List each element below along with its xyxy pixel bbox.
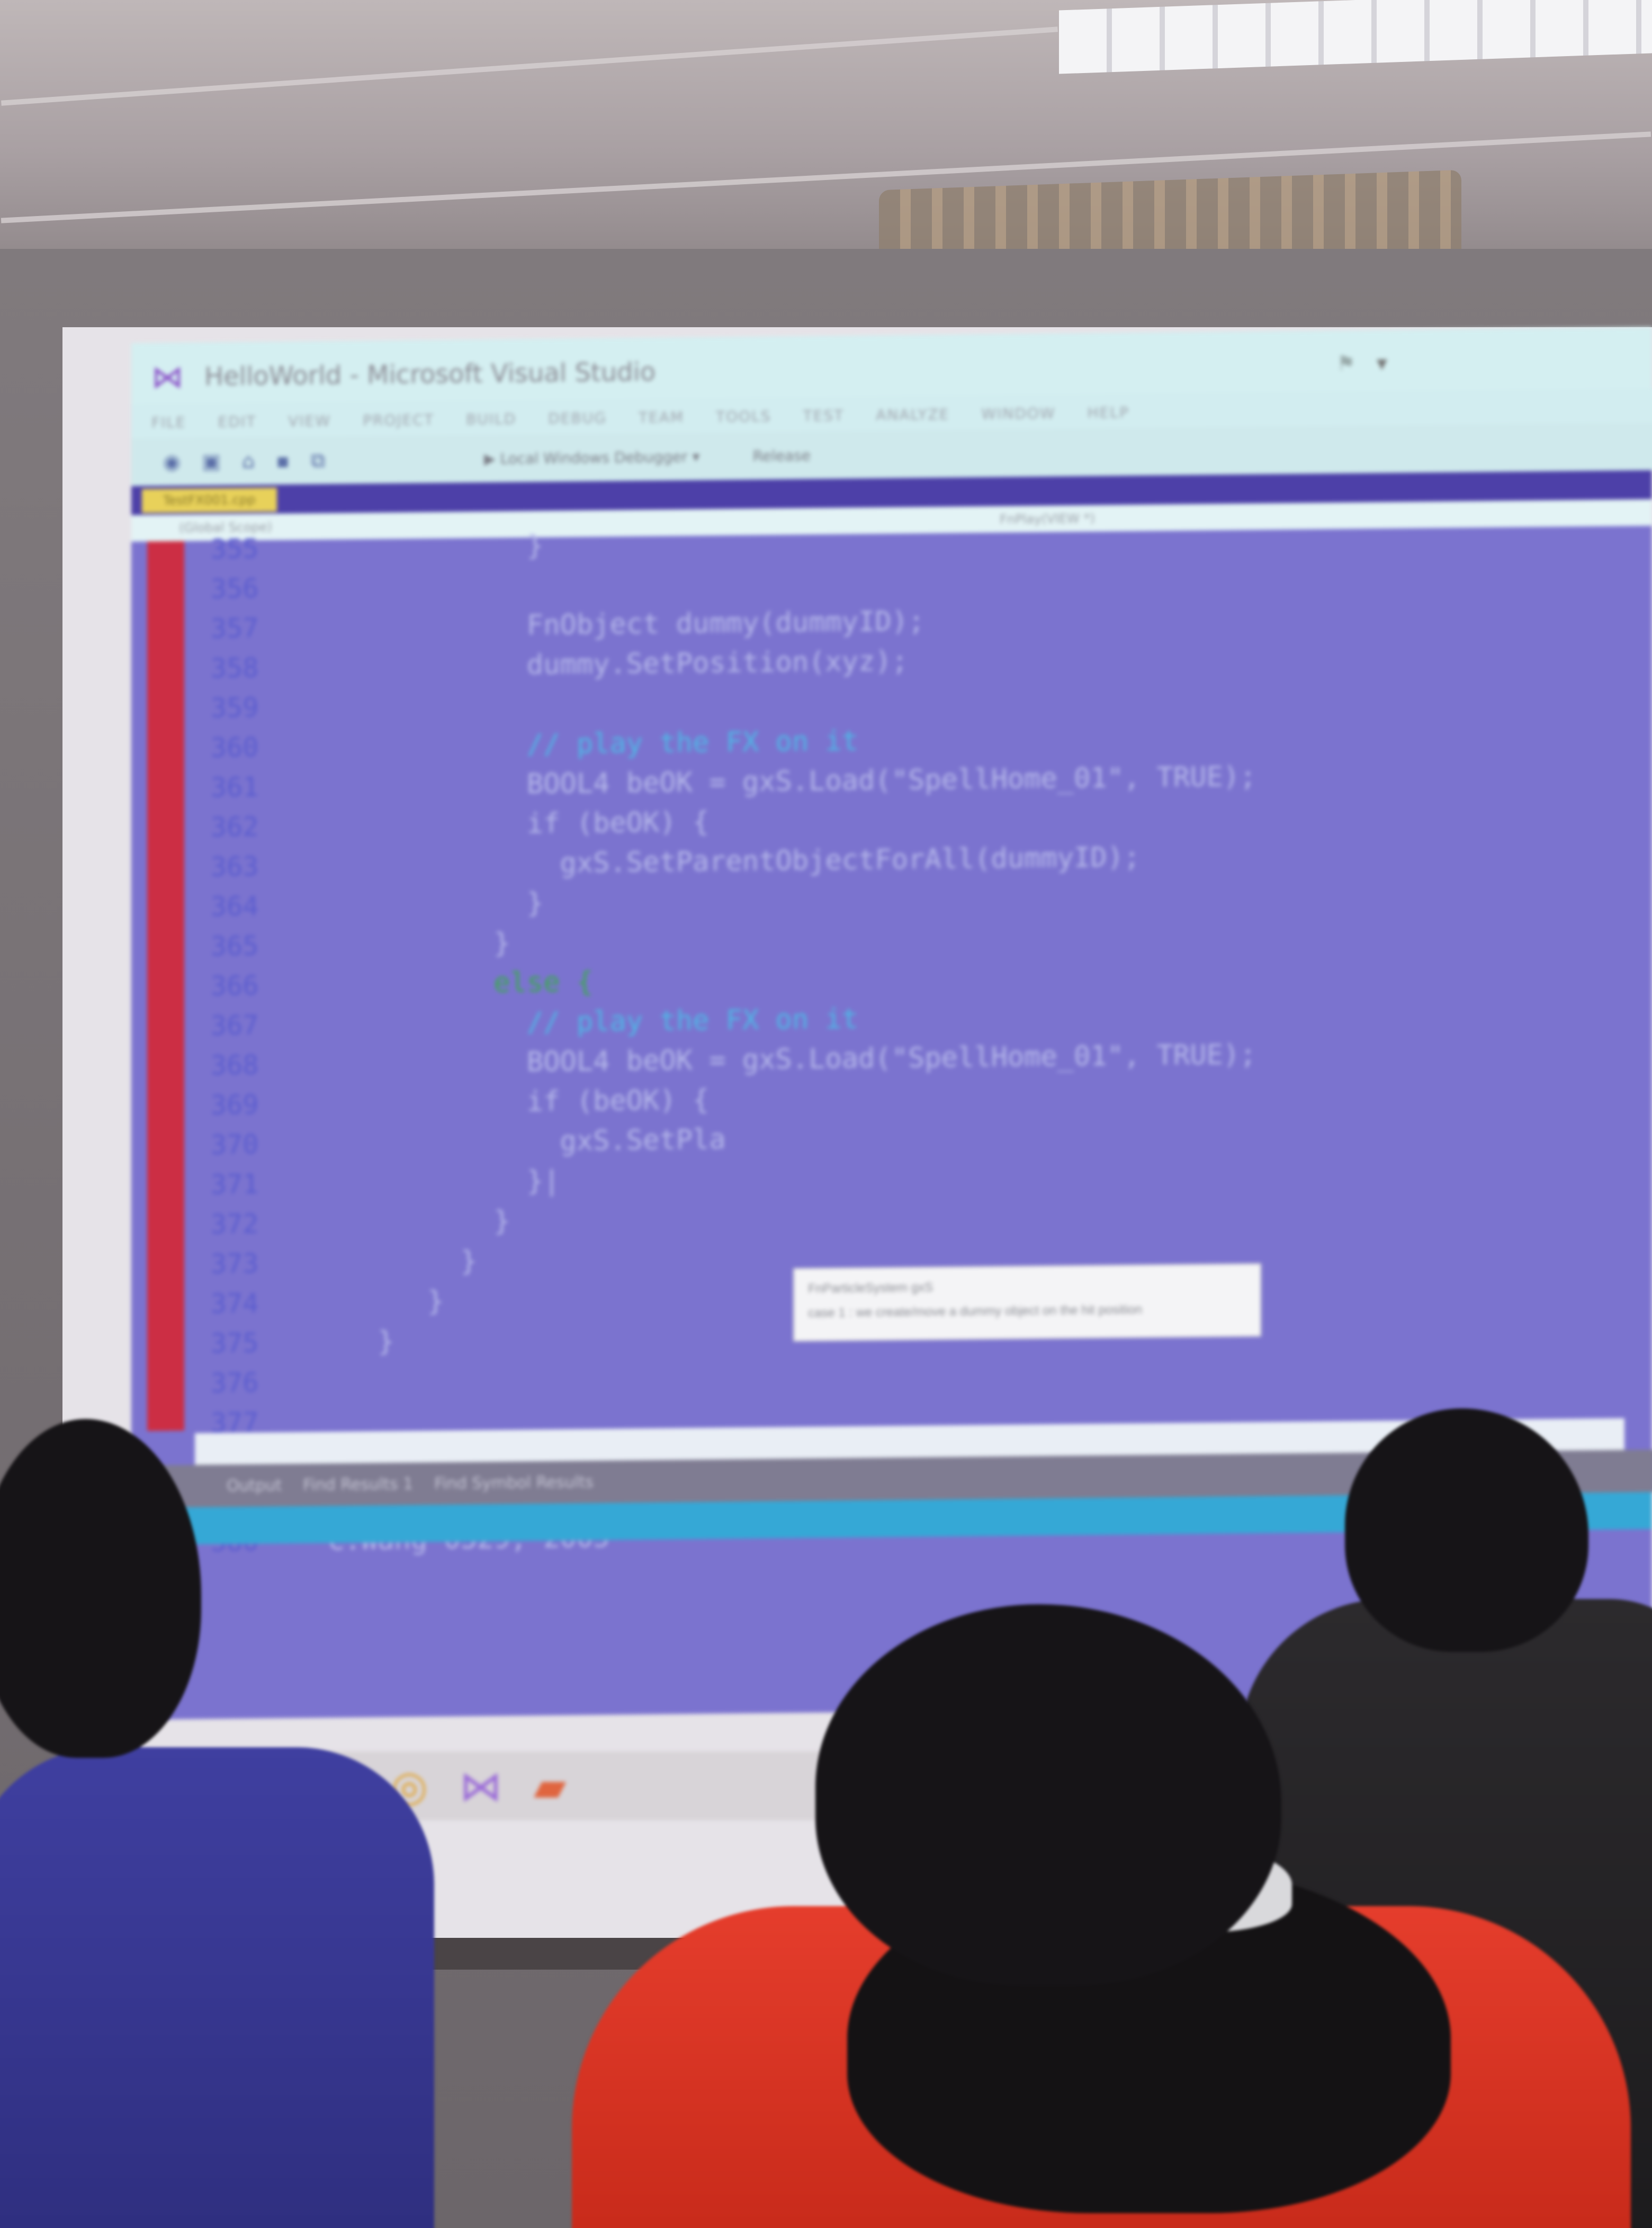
line-number: 375	[211, 1327, 259, 1359]
line-code: BOOL4 beOK = gxS.Load("SpellHome_01", TR…	[526, 1038, 1256, 1079]
ceiling	[0, 0, 1652, 281]
menu-edit[interactable]: EDIT	[218, 412, 257, 430]
menu-view[interactable]: VIEW	[288, 412, 331, 430]
start-debugging-button[interactable]: ▶ Local Windows Debugger ▾	[484, 447, 699, 467]
line-code: if (beOK) {	[526, 1084, 710, 1118]
student-left-shirt	[0, 1747, 434, 2228]
window-title: HelloWorld - Microsoft Visual Studio	[204, 357, 656, 392]
powerpoint-icon[interactable]: ▰	[534, 1762, 567, 1811]
line-number: 374	[211, 1288, 259, 1319]
line-code: }	[526, 887, 544, 920]
menu-tools[interactable]: TOOLS	[716, 407, 771, 425]
line-number: 355	[211, 533, 259, 565]
line-code: FnObject dummy(dummyID);	[526, 605, 925, 642]
line-code: // play the FX on it	[526, 1003, 859, 1039]
line-code: gxS.SetPla	[560, 1124, 726, 1157]
line-code: }|	[526, 1165, 560, 1198]
save-icon[interactable]: ▪	[276, 449, 290, 472]
tooltip-comment: case 1 : we create/move a dummy object o…	[808, 1302, 1142, 1320]
line-number: 358	[211, 652, 259, 684]
line-code: dummy.SetPosition(xyz);	[526, 645, 908, 681]
line-number: 373	[211, 1248, 259, 1280]
line-number: 361	[211, 771, 259, 803]
line-code: }	[493, 1205, 510, 1237]
classroom-scene: ⋈ HelloWorld - Microsoft Visual Studio ⚑…	[0, 0, 1652, 2228]
line-code: }	[526, 529, 544, 562]
line-number: 362	[211, 811, 259, 843]
ceiling-grid-line	[1, 26, 1058, 106]
line-number: 359	[211, 692, 259, 724]
menu-project[interactable]: PROJECT	[363, 411, 434, 429]
line-number: 367	[211, 1010, 259, 1041]
menu-test[interactable]: TEST	[803, 406, 845, 424]
line-code: if (beOK) {	[526, 806, 710, 840]
menu-help[interactable]: HELP	[1088, 403, 1129, 421]
line-number: 366	[211, 970, 259, 1002]
visual-studio-icon[interactable]: ⋈	[460, 1762, 502, 1811]
line-number: 364	[211, 891, 259, 922]
line-number: 368	[211, 1049, 259, 1081]
line-code: BOOL4 beOK = gxS.Load("SpellHome_01", TR…	[526, 760, 1256, 801]
solution-configuration-select[interactable]: Release	[752, 446, 810, 464]
quick-info-tooltip: FnParticleSystem gxS case 1 : we create/…	[793, 1263, 1261, 1342]
line-code: gxS.SetParentObjectForAll(dummyID);	[560, 841, 1141, 879]
notification-flag-icon[interactable]: ⚑	[1336, 352, 1355, 376]
line-number: 371	[211, 1169, 259, 1200]
document-tab[interactable]: TestFX001.cpp	[142, 488, 277, 513]
open-file-icon[interactable]: ⌂	[242, 450, 255, 473]
back-navigate-icon[interactable]: ◉	[163, 450, 181, 473]
menu-file[interactable]: FILE	[151, 413, 186, 431]
save-all-icon[interactable]: ⧉	[311, 448, 325, 472]
menu-build[interactable]: BUILD	[466, 410, 516, 428]
tab-find-symbol-results[interactable]: Find Symbol Results	[434, 1472, 594, 1493]
line-code: }	[427, 1285, 444, 1318]
line-number: 363	[211, 851, 259, 883]
line-code: else {	[493, 966, 594, 999]
line-number: 372	[211, 1208, 259, 1240]
line-number: 365	[211, 930, 259, 962]
feedback-icon[interactable]: ▾	[1377, 351, 1387, 375]
tab-output[interactable]: Output	[227, 1476, 282, 1495]
new-project-icon[interactable]: ▣	[202, 450, 221, 473]
menu-analyze[interactable]: ANALYZE	[876, 405, 949, 423]
line-number: 369	[211, 1089, 259, 1121]
tooltip-signature: FnParticleSystem gxS	[808, 1280, 933, 1296]
line-number: 360	[211, 732, 259, 763]
line-number: 357	[211, 613, 259, 644]
line-code: }	[493, 927, 510, 959]
ceiling-light	[1059, 0, 1652, 74]
tab-find-results-1[interactable]: Find Results 1	[303, 1475, 413, 1494]
line-code: }	[460, 1245, 477, 1278]
visual-studio-logo-icon: ⋈	[151, 358, 183, 396]
line-number: 370	[211, 1129, 259, 1161]
line-number: 376	[211, 1367, 259, 1399]
line-number: 356	[211, 573, 259, 605]
line-code: // play the FX on it	[526, 725, 859, 761]
menu-team[interactable]: TEAM	[639, 408, 684, 426]
menu-debug[interactable]: DEBUG	[548, 409, 607, 427]
menu-window[interactable]: WINDOW	[981, 404, 1055, 422]
line-code: }	[378, 1325, 394, 1358]
